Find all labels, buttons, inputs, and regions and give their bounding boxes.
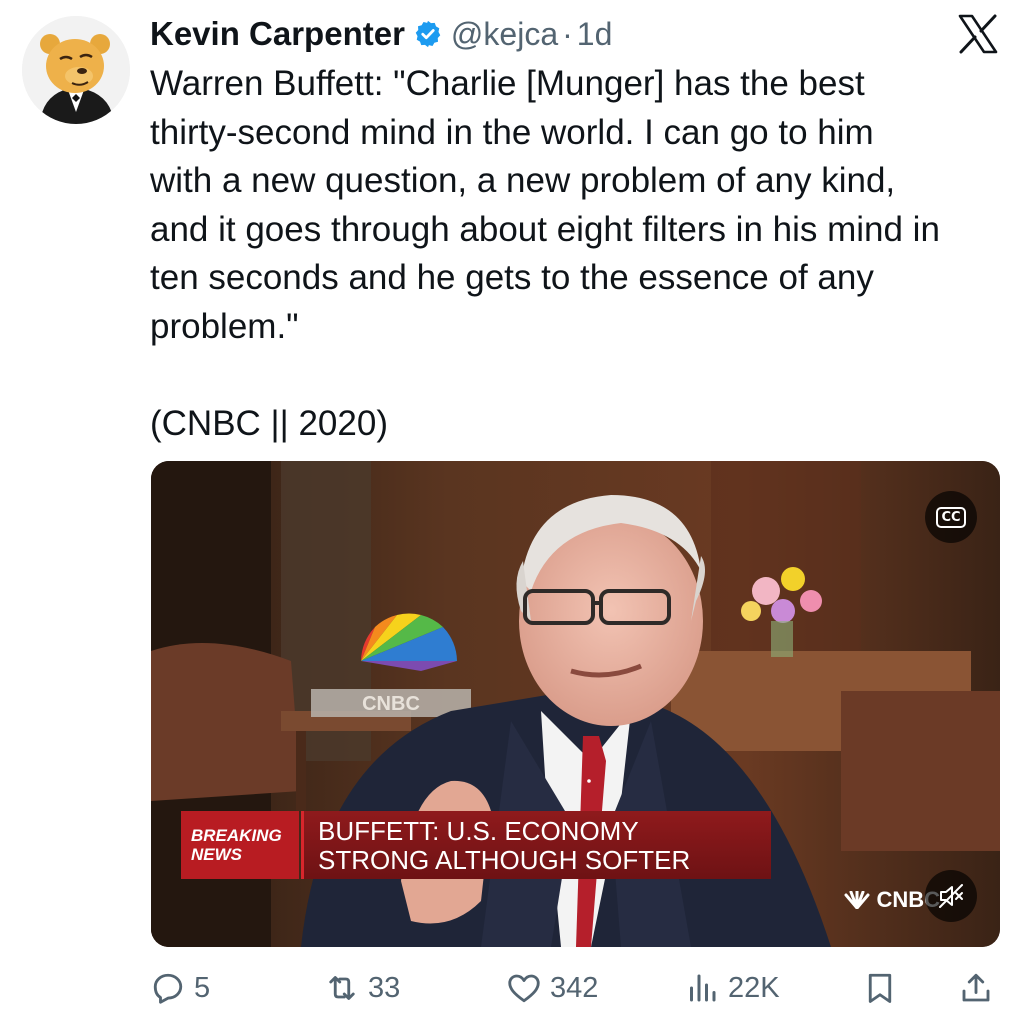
- view-count: 22K: [728, 971, 780, 1004]
- verified-badge-icon: [415, 20, 441, 48]
- like-count: 342: [550, 971, 599, 1004]
- avatar-image: [22, 16, 130, 124]
- author-handle[interactable]: @kejca: [451, 16, 558, 53]
- like-button[interactable]: 342: [506, 963, 598, 1013]
- author-name[interactable]: Kevin Carpenter: [150, 15, 405, 53]
- studio-logo-text: CNBC: [362, 693, 420, 715]
- tweet-text: Warren Buffett: "Charlie [Munger] has th…: [150, 64, 940, 443]
- reply-count: 5: [194, 971, 211, 1004]
- bookmark-icon: [868, 973, 892, 1003]
- muted-speaker-icon: [939, 884, 963, 908]
- views-button[interactable]: 22K: [684, 963, 780, 1013]
- tweet-timestamp[interactable]: 1d: [577, 16, 613, 53]
- x-logo-icon[interactable]: [957, 14, 999, 54]
- bookmark-button[interactable]: [862, 963, 898, 1013]
- share-icon: [962, 973, 990, 1002]
- repost-button[interactable]: 33: [324, 963, 400, 1013]
- repost-count: 33: [368, 971, 401, 1004]
- captions-button[interactable]: CC: [925, 491, 977, 543]
- peacock-icon: [844, 891, 870, 909]
- mute-button[interactable]: [925, 870, 977, 922]
- breaking-news-label: BREAKING NEWS: [191, 826, 282, 864]
- views-bar-chart-icon: [690, 974, 716, 1002]
- breaking-news-badge: BREAKING NEWS: [181, 811, 299, 879]
- repost-icon: [329, 976, 355, 1000]
- reply-button[interactable]: 5: [150, 963, 210, 1013]
- tweet-header: Kevin Carpenter @kejca · 1d: [150, 12, 612, 56]
- tweet-actions: 5 33 342 22K: [150, 963, 1000, 1013]
- video-player[interactable]: CNBC CC BREAKING NEWS BUFFETT: U.S. ECON…: [151, 461, 1000, 947]
- share-button[interactable]: [958, 963, 994, 1013]
- captions-icon: CC: [936, 506, 966, 528]
- avatar[interactable]: [22, 16, 130, 124]
- heart-icon: [508, 974, 540, 1003]
- news-headline-banner: BUFFETT: U.S. ECONOMY STRONG ALTHOUGH SO…: [301, 811, 771, 879]
- reply-icon: [153, 973, 183, 1004]
- time-separator: ·: [562, 15, 573, 52]
